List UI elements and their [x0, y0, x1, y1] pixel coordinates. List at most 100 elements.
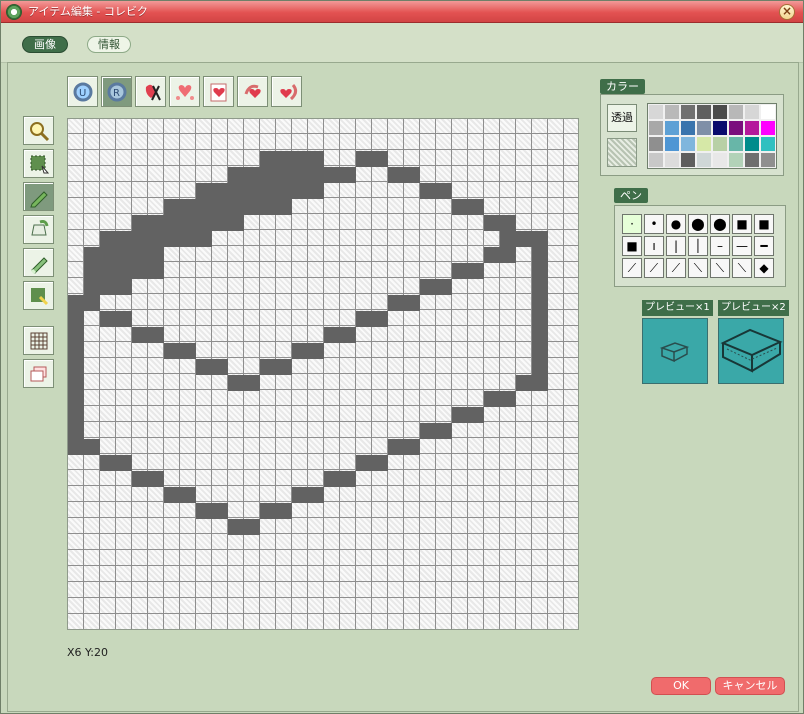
palette-swatch[interactable] — [664, 120, 680, 136]
palette-swatch[interactable] — [760, 120, 776, 136]
canvas-pixel — [324, 471, 340, 487]
palette-swatch[interactable] — [648, 136, 664, 152]
pen-option[interactable]: ● — [666, 214, 686, 234]
pen-option[interactable]: ⟋ — [622, 258, 642, 278]
select-button[interactable] — [23, 149, 54, 178]
pen-option[interactable]: ⟋ — [666, 258, 686, 278]
ok-button[interactable]: OK — [651, 677, 711, 695]
palette-swatch[interactable] — [760, 136, 776, 152]
pattern-button[interactable] — [607, 138, 637, 167]
palette-swatch[interactable] — [728, 120, 744, 136]
palette-swatch[interactable] — [712, 152, 728, 168]
picker-button[interactable] — [23, 281, 54, 310]
canvas-pixel — [292, 343, 308, 359]
palette-swatch[interactable] — [680, 136, 696, 152]
pen-option[interactable]: – — [710, 236, 730, 256]
canvas-pixel — [244, 375, 260, 391]
turn-button[interactable] — [271, 76, 302, 107]
palette-swatch[interactable] — [728, 136, 744, 152]
palette-swatch[interactable] — [680, 120, 696, 136]
canvas-pixel — [164, 487, 180, 503]
pen-option[interactable]: ⟋ — [644, 258, 664, 278]
pen-option[interactable]: ◆ — [754, 258, 774, 278]
pen-option[interactable]: ı — [644, 236, 664, 256]
canvas-pixel — [372, 311, 388, 327]
pen-option[interactable]: — — [732, 236, 752, 256]
palette-swatch[interactable] — [744, 104, 760, 120]
effect-button[interactable] — [169, 76, 200, 107]
zoom-button[interactable] — [23, 116, 54, 145]
cancel-button[interactable]: キャンセル — [715, 677, 785, 695]
palette-swatch[interactable] — [680, 152, 696, 168]
pen-option[interactable]: ━ — [754, 236, 774, 256]
canvas-pixel — [180, 487, 196, 503]
palette-swatch[interactable] — [728, 152, 744, 168]
undo-button[interactable]: U — [67, 76, 98, 107]
canvas-pixel — [100, 231, 116, 247]
cut-button[interactable] — [135, 76, 166, 107]
canvas-pixel — [340, 327, 356, 343]
transparent-color-button[interactable]: 透過 — [607, 104, 637, 132]
pen-option[interactable]: ■ — [732, 214, 752, 234]
palette-swatch[interactable] — [648, 152, 664, 168]
palette-swatch[interactable] — [648, 104, 664, 120]
pencil-button[interactable] — [23, 182, 54, 211]
canvas-pixel — [340, 471, 356, 487]
palette-swatch[interactable] — [680, 104, 696, 120]
palette-swatch[interactable] — [696, 104, 712, 120]
pen-option[interactable]: ⟍ — [710, 258, 730, 278]
close-button[interactable]: × — [779, 4, 795, 20]
pen-option[interactable]: · — [622, 214, 642, 234]
canvas-pixel — [100, 455, 116, 471]
canvas-pixel — [516, 231, 532, 247]
palette-swatch[interactable] — [696, 136, 712, 152]
pixel-canvas[interactable] — [67, 118, 579, 630]
pen-option[interactable]: │ — [688, 236, 708, 256]
canvas-pixel — [500, 231, 516, 247]
pen-option[interactable]: ■ — [754, 214, 774, 234]
tab-image[interactable]: 画像 — [22, 36, 68, 53]
flip-button[interactable] — [203, 76, 234, 107]
palette-swatch[interactable] — [712, 120, 728, 136]
palette-swatch[interactable] — [760, 152, 776, 168]
eraser-button[interactable] — [23, 248, 54, 277]
palette-swatch[interactable] — [664, 104, 680, 120]
palette-swatch[interactable] — [744, 152, 760, 168]
canvas-pixel — [132, 263, 148, 279]
fill-button[interactable] — [23, 215, 54, 244]
preview-x2 — [718, 318, 784, 384]
palette-swatch[interactable] — [728, 104, 744, 120]
pen-option[interactable]: ⬤ — [710, 214, 730, 234]
pen-option[interactable]: ⟍ — [732, 258, 752, 278]
canvas-pixel — [196, 231, 212, 247]
canvas-pixel — [452, 263, 468, 279]
palette-swatch[interactable] — [744, 120, 760, 136]
pen-option[interactable]: ⟍ — [688, 258, 708, 278]
palette-swatch[interactable] — [696, 120, 712, 136]
pen-option[interactable]: ■ — [622, 236, 642, 256]
pen-option[interactable]: | — [666, 236, 686, 256]
canvas-pixel — [276, 199, 292, 215]
canvas-pixel — [148, 215, 164, 231]
pen-option[interactable]: • — [644, 214, 664, 234]
palette-swatch[interactable] — [664, 152, 680, 168]
canvas-pixel — [148, 231, 164, 247]
palette-swatch[interactable] — [744, 136, 760, 152]
canvas-pixel — [532, 295, 548, 311]
redo-button[interactable]: R — [101, 76, 132, 107]
canvas-pixel — [532, 343, 548, 359]
palette-swatch[interactable] — [712, 104, 728, 120]
tab-info[interactable]: 情報 — [87, 36, 131, 53]
palette-swatch[interactable] — [696, 152, 712, 168]
layer-button[interactable] — [23, 359, 54, 388]
app-icon — [6, 4, 22, 20]
rotate-button[interactable] — [237, 76, 268, 107]
canvas-pixel — [84, 279, 100, 295]
grid-button[interactable] — [23, 326, 54, 355]
pen-option[interactable]: ⬤ — [688, 214, 708, 234]
palette-swatch[interactable] — [648, 120, 664, 136]
palette-swatch[interactable] — [664, 136, 680, 152]
title-bar: アイテム編集 - コレビク × — [1, 1, 803, 23]
palette-swatch[interactable] — [760, 104, 776, 120]
palette-swatch[interactable] — [712, 136, 728, 152]
